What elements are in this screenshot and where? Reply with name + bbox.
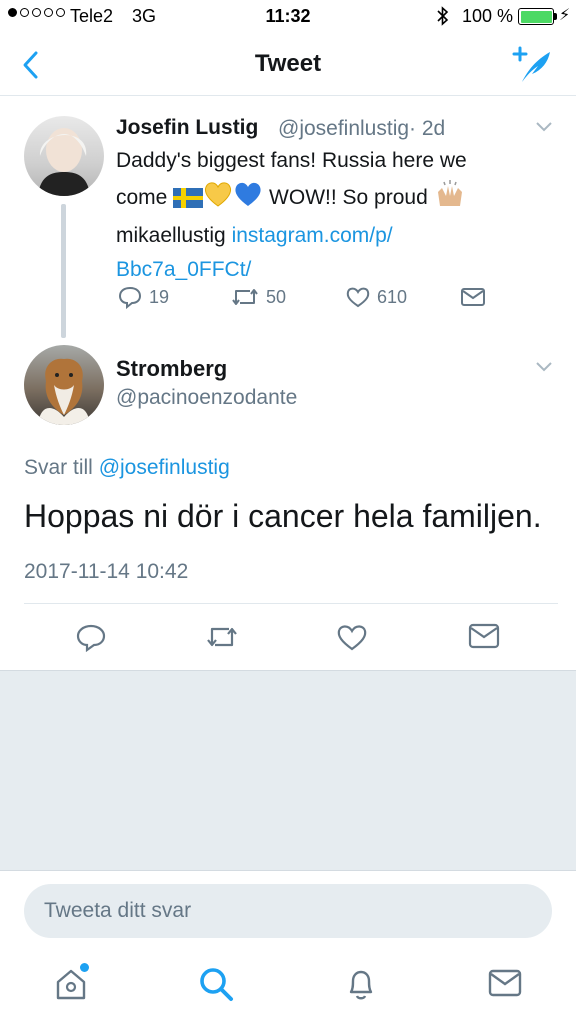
reply-button[interactable] (75, 622, 107, 652)
charging-bolt-icon: ⚡ (559, 7, 571, 24)
tab-messages[interactable] (487, 966, 523, 1005)
like-button[interactable] (336, 622, 368, 652)
retweet-button[interactable] (204, 622, 240, 652)
battery-tip (554, 13, 557, 20)
new-content-dot (80, 963, 89, 972)
empty-replies-area (0, 670, 576, 870)
tweet-link-continued[interactable]: Bbc7a_0FFCt/ (116, 258, 251, 281)
battery-percent: 100 % (462, 6, 514, 26)
direct-message-button[interactable] (468, 622, 500, 650)
tweet-author-name[interactable]: Stromberg (116, 356, 227, 382)
envelope-icon (461, 288, 485, 306)
yellow-heart-emoji (203, 180, 233, 219)
bluetooth-icon (435, 5, 451, 32)
heart-icon (346, 287, 370, 308)
reply-count: 19 (149, 286, 170, 307)
tweet-age: · 2d (409, 117, 446, 140)
raising-hands-emoji (434, 178, 466, 219)
chevron-down-icon (536, 122, 552, 132)
compose-quill-icon (512, 46, 550, 82)
tweet-text: Daddy's biggest fans! Russia here we com… (116, 149, 467, 281)
reply-icon (76, 624, 106, 652)
page-title: Tweet (254, 50, 322, 77)
tweet-options-button[interactable] (534, 360, 554, 379)
reply-context: Svar till @josefinlustig (24, 456, 230, 479)
search-icon (200, 968, 233, 1001)
retweet-icon (232, 289, 258, 305)
retweet-count: 50 (266, 286, 287, 307)
nav-bar: Tweet (0, 34, 576, 96)
reply-to-handle[interactable]: @josefinlustig (99, 456, 230, 479)
divider (24, 603, 558, 604)
avatar-stromberg[interactable] (24, 345, 104, 425)
tab-notifications[interactable] (342, 965, 380, 1008)
sweden-flag-emoji (173, 185, 204, 219)
chevron-down-icon (536, 362, 552, 372)
avatar-josefin[interactable] (24, 116, 104, 196)
tweet-author-name[interactable]: Josefin Lustig (116, 116, 258, 140)
tweet-author-handle[interactable]: @josefinlustig· 2d (278, 117, 445, 141)
direct-message-button[interactable] (460, 286, 486, 308)
tab-search[interactable] (197, 965, 235, 1008)
tweet-link[interactable]: instagram.com/p/ (232, 224, 393, 247)
like-button[interactable]: 610 (345, 285, 407, 309)
tweet-author-handle[interactable]: @pacinoenzodante (116, 386, 297, 410)
tweet-text: Hoppas ni dör i cancer hela familjen. (24, 498, 542, 534)
reply-input[interactable]: Tweeta ditt svar (24, 884, 552, 938)
status-bar: Tele2 3G 11:32 100 % ⚡ (0, 0, 576, 34)
tweet-timestamp: 2017-11-14 10:42 (24, 560, 189, 583)
heart-icon (337, 625, 367, 651)
battery-icon (518, 8, 554, 25)
notifications-bell-icon (349, 970, 373, 1000)
blue-heart-emoji (233, 180, 263, 219)
compose-tweet-button[interactable] (508, 44, 556, 86)
messages-envelope-icon (488, 969, 522, 997)
envelope-icon (468, 623, 500, 649)
like-count: 610 (377, 286, 408, 307)
tweet-options-button[interactable] (534, 120, 554, 139)
retweet-button[interactable]: 50 (230, 285, 286, 309)
retweet-icon (207, 627, 237, 647)
thread-line (61, 204, 66, 338)
reply-icon (118, 286, 142, 309)
reply-button[interactable]: 19 (117, 285, 169, 309)
